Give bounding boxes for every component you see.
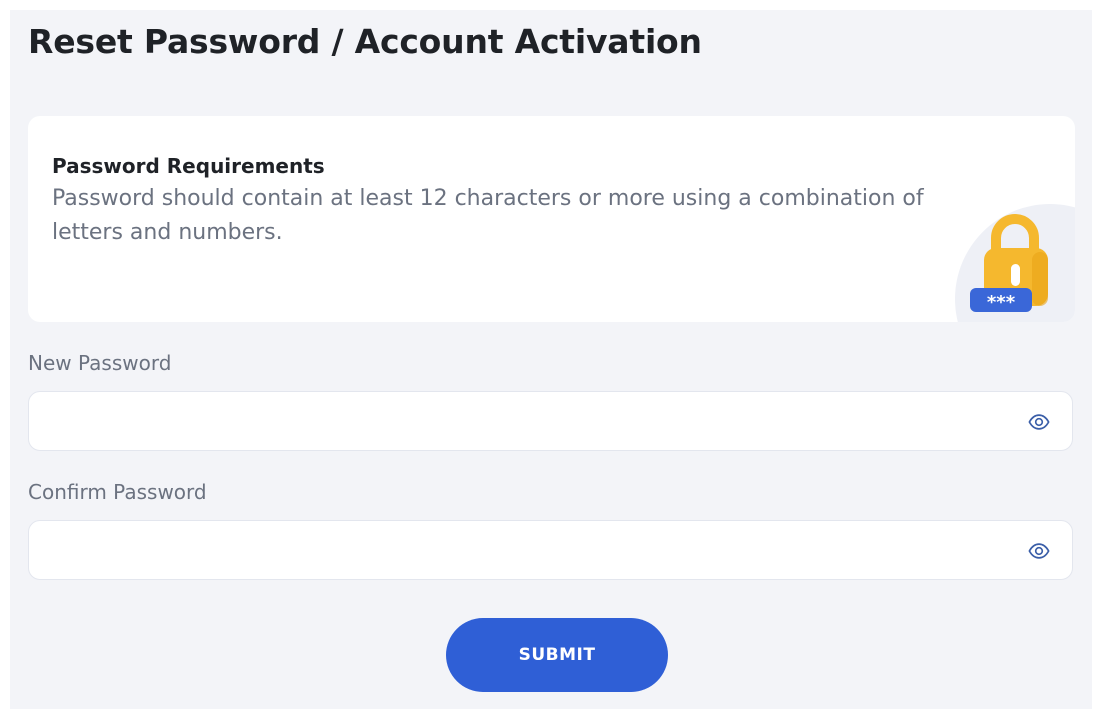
confirm-password-field[interactable]: [28, 520, 1073, 581]
lock-badge-text: ***: [987, 292, 1016, 313]
eye-icon[interactable]: [1028, 411, 1050, 433]
lock-icon: ***: [970, 214, 1048, 313]
confirm-password-label: Confirm Password: [28, 480, 207, 504]
new-password-input[interactable]: [45, 392, 1009, 452]
confirm-password-input[interactable]: [45, 521, 1009, 581]
new-password-label: New Password: [28, 351, 172, 375]
password-requirements-card: Password Requirements Password should co…: [28, 116, 1075, 322]
requirements-text: Password should contain at least 12 char…: [52, 186, 924, 245]
new-password-field[interactable]: [28, 391, 1073, 452]
page-title: Reset Password / Account Activation: [28, 22, 702, 61]
reset-password-page: Reset Password / Account Activation Pass…: [10, 10, 1092, 709]
requirements-heading: Password Requirements: [52, 154, 325, 178]
submit-button[interactable]: SUBMIT: [446, 618, 668, 692]
eye-icon[interactable]: [1028, 540, 1050, 562]
